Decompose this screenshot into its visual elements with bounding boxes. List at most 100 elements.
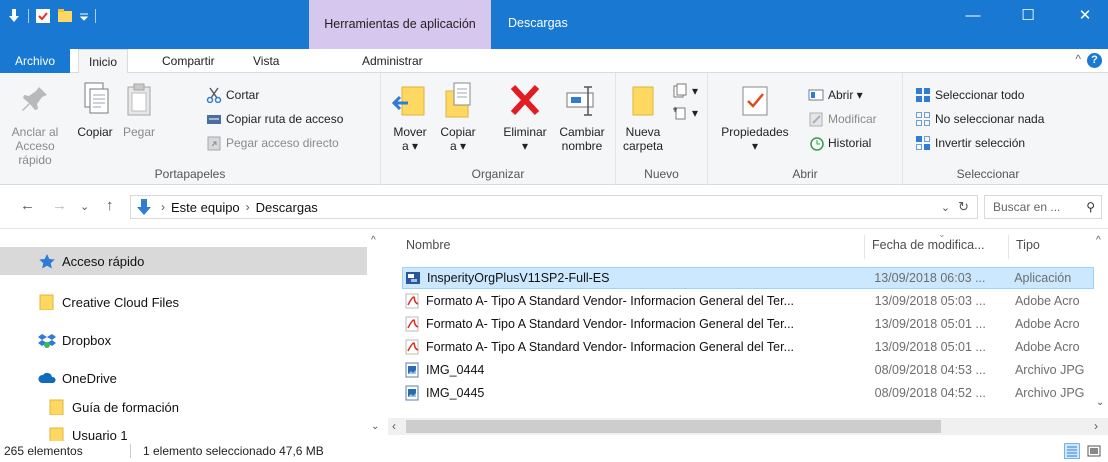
scroll-up-icon[interactable]: ^ [371, 235, 376, 246]
scissors-icon [206, 87, 222, 104]
minimize-ribbon-icon[interactable]: ^ [1075, 52, 1081, 66]
invert-selection-icon [915, 135, 931, 151]
nav-item-dropbox[interactable]: Dropbox [0, 326, 370, 354]
tab-home[interactable]: Inicio [78, 49, 129, 74]
paste-shortcut-button[interactable]: Pegar acceso directo [206, 133, 339, 153]
recent-locations-icon[interactable]: ⌄ [80, 200, 89, 213]
select-group-label: Seleccionar [956, 167, 1020, 181]
nav-scrollbar[interactable]: ^ ⌄ [367, 229, 384, 441]
navigation-pane: Acceso rápido Creative Cloud Files Dropb… [0, 229, 387, 444]
ribbon: Anclar al Acceso rápido Copiar Pegar Cor… [0, 73, 1108, 185]
quick-access-toolbar [6, 6, 96, 26]
address-dropdown-icon[interactable]: ⌄ [941, 201, 950, 214]
file-row[interactable]: IMG_0445 08/09/2018 04:52 ... Archivo JP… [402, 382, 1094, 404]
up-icon[interactable]: ↑ [106, 197, 114, 214]
breadcrumb-downloads[interactable]: Descargas [256, 200, 318, 215]
new-item-icon [672, 83, 688, 99]
scroll-thumb[interactable] [406, 420, 941, 433]
dropbox-icon [38, 332, 56, 348]
details-view-icon[interactable] [1064, 443, 1080, 459]
scroll-right-icon[interactable]: › [1094, 419, 1098, 433]
status-bar: 265 elementos 1 elemento seleccionado 47… [0, 441, 1108, 461]
easy-access-button[interactable]: ▾ [672, 103, 698, 123]
window-title: Descargas [508, 16, 568, 30]
history-button[interactable]: Historial [808, 133, 871, 153]
context-tab-group-label: Herramientas de aplicación [324, 17, 476, 31]
pin-label-line1: Anclar al [11, 125, 59, 139]
file-row[interactable]: InsperityOrgPlusV11SP2-Full-ES 13/09/201… [402, 267, 1094, 289]
maximize-button[interactable]: ☐ [1005, 0, 1051, 30]
select-group: Seleccionar todo No seleccionar nada Inv… [903, 73, 1073, 185]
breadcrumb-this-pc[interactable]: Este equipo [171, 200, 240, 215]
large-icons-view-icon[interactable] [1086, 443, 1102, 459]
minimize-button[interactable]: — [950, 0, 996, 30]
help-icon[interactable]: ? [1087, 53, 1102, 68]
sort-indicator-icon: ⌄ [938, 229, 946, 239]
paste-button[interactable]: Pegar [116, 81, 162, 139]
history-icon [808, 135, 824, 151]
tab-view[interactable]: Vista [243, 49, 289, 73]
modify-button[interactable]: Modificar [808, 109, 877, 129]
nav-item-quick-access[interactable]: Acceso rápido [0, 247, 367, 275]
folder-icon [38, 294, 56, 311]
invert-selection-button[interactable]: Invertir selección [915, 133, 1025, 153]
breadcrumb-separator[interactable]: › [246, 200, 250, 214]
scroll-down-icon[interactable]: ⌄ [371, 421, 379, 432]
download-icon[interactable] [6, 8, 22, 24]
clipboard-group: Anclar al Acceso rápido Copiar Pegar Cor… [0, 73, 381, 185]
column-header-date[interactable]: Fecha de modifica... [872, 229, 985, 262]
tab-file[interactable]: Archivo [0, 49, 70, 73]
select-all-button[interactable]: Seleccionar todo [915, 85, 1024, 105]
copy-path-button[interactable]: Copiar ruta de acceso [206, 109, 343, 129]
nav-item-onedrive[interactable]: OneDrive [0, 364, 370, 392]
easy-access-icon [672, 105, 688, 121]
rename-button[interactable]: Cambiar nombre [553, 81, 611, 153]
cut-button[interactable]: Cortar [206, 85, 259, 105]
address-bar[interactable]: › Este equipo › Descargas ⌄ ↻ [130, 195, 978, 219]
column-header-type[interactable]: Tipo [1016, 229, 1040, 262]
copy-to-button[interactable]: Copiar a ▾ [435, 81, 481, 153]
nav-item-creative-cloud[interactable]: Creative Cloud Files [0, 288, 370, 316]
new-item-button[interactable]: ▾ [672, 81, 698, 101]
select-none-button[interactable]: No seleccionar nada [915, 109, 1044, 129]
column-separator[interactable] [1008, 235, 1009, 259]
column-header-name[interactable]: Nombre [406, 229, 450, 262]
copy-to-icon [440, 81, 476, 121]
cloud-icon [38, 370, 56, 386]
breadcrumb-separator[interactable]: › [161, 200, 165, 214]
customize-toolbar-icon[interactable] [79, 8, 89, 24]
forward-icon[interactable]: → [52, 197, 67, 214]
file-row[interactable]: IMG_0444 08/09/2018 04:53 ... Archivo JP… [402, 359, 1094, 381]
file-row[interactable]: Formato A- Tipo A Standard Vendor- Infor… [402, 336, 1094, 358]
copy-button[interactable]: Copiar [72, 81, 118, 139]
pin-quick-access-button[interactable]: Anclar al Acceso rápido [2, 81, 68, 167]
horizontal-scrollbar[interactable]: ‹ › [388, 418, 1108, 435]
tab-manage[interactable]: Administrar [352, 49, 433, 73]
properties-check-icon[interactable] [35, 8, 51, 24]
back-icon[interactable]: ← [20, 197, 35, 214]
folder-icon [625, 81, 661, 121]
tab-share[interactable]: Compartir [152, 49, 225, 73]
list-scroll-up-icon[interactable]: ^ [1096, 235, 1101, 246]
new-folder-icon[interactable] [57, 8, 73, 24]
file-row[interactable]: Formato A- Tipo A Standard Vendor- Infor… [402, 313, 1094, 335]
delete-button[interactable]: Eliminar ▾ [497, 81, 553, 153]
move-to-button[interactable]: Mover a ▾ [387, 81, 433, 153]
search-input[interactable]: Buscar en ... ⚲ [984, 195, 1102, 219]
open-group: Propiedades ▾ Abrir ▾ Modificar Historia… [708, 73, 903, 185]
column-separator[interactable] [864, 235, 865, 259]
refresh-icon[interactable]: ↻ [958, 199, 969, 215]
open-button[interactable]: Abrir ▾ [808, 85, 863, 105]
file-row[interactable]: Formato A- Tipo A Standard Vendor- Infor… [402, 290, 1094, 312]
copy-path-icon [206, 111, 222, 127]
close-button[interactable]: ✕ [1062, 0, 1108, 30]
clipboard-group-label: Portapapeles [154, 167, 226, 181]
image-icon [404, 362, 420, 378]
rename-icon [564, 81, 600, 121]
new-folder-button[interactable]: Nueva carpeta [620, 81, 666, 153]
properties-button[interactable]: Propiedades ▾ [716, 81, 794, 153]
scroll-left-icon[interactable]: ‹ [392, 419, 396, 433]
list-scroll-down-icon[interactable]: ⌄ [1096, 397, 1104, 408]
app-icon [405, 270, 421, 286]
nav-item-training-guide[interactable]: Guía de formación [0, 393, 370, 421]
